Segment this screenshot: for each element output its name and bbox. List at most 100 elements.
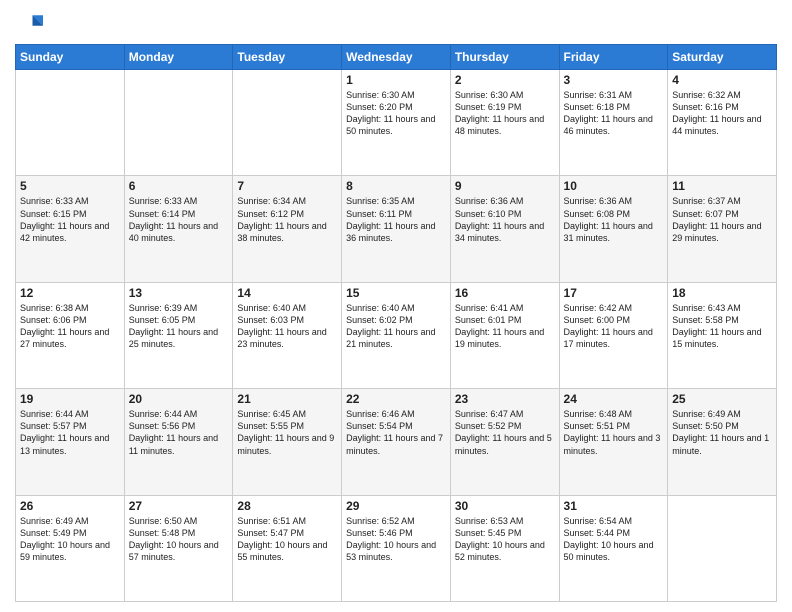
- calendar-cell: 30 Sunrise: 6:53 AM Sunset: 5:45 PM Dayli…: [450, 495, 559, 601]
- day-info: Sunrise: 6:48 AM Sunset: 5:51 PM Dayligh…: [564, 408, 664, 457]
- day-number: 10: [564, 179, 664, 193]
- day-info: Sunrise: 6:33 AM Sunset: 6:14 PM Dayligh…: [129, 195, 229, 244]
- calendar-cell: 31 Sunrise: 6:54 AM Sunset: 5:44 PM Dayli…: [559, 495, 668, 601]
- calendar-cell: [124, 70, 233, 176]
- calendar-cell: 3 Sunrise: 6:31 AM Sunset: 6:18 PM Daylig…: [559, 70, 668, 176]
- calendar-cell: 22Sunrise: 6:46 AM Sunset: 5:54 PM Dayli…: [342, 389, 451, 495]
- day-info: Sunrise: 6:43 AM Sunset: 5:58 PM Dayligh…: [672, 302, 772, 351]
- day-number: 15: [346, 286, 446, 300]
- day-number: 21: [237, 392, 337, 406]
- day-number: 31: [564, 499, 664, 513]
- day-number: 11: [672, 179, 772, 193]
- weekday-header-thursday: Thursday: [450, 45, 559, 70]
- day-number: 29: [346, 499, 446, 513]
- calendar-cell: 8Sunrise: 6:35 AM Sunset: 6:11 PM Daylig…: [342, 176, 451, 282]
- calendar-table: SundayMondayTuesdayWednesdayThursdayFrid…: [15, 44, 777, 602]
- calendar-cell: 29 Sunrise: 6:52 AM Sunset: 5:46 PM Dayli…: [342, 495, 451, 601]
- day-info: Sunrise: 6:52 AM Sunset: 5:46 PM Dayligh…: [346, 515, 446, 564]
- day-info: Sunrise: 6:44 AM Sunset: 5:56 PM Dayligh…: [129, 408, 229, 457]
- day-number: 1: [346, 73, 446, 87]
- day-number: 30: [455, 499, 555, 513]
- day-number: 18: [672, 286, 772, 300]
- day-number: 24: [564, 392, 664, 406]
- day-number: 16: [455, 286, 555, 300]
- calendar-cell: [233, 70, 342, 176]
- day-info: Sunrise: 6:49 AM Sunset: 5:49 PM Dayligh…: [20, 515, 120, 564]
- day-info: Sunrise: 6:51 AM Sunset: 5:47 PM Dayligh…: [237, 515, 337, 564]
- calendar-cell: 19 Sunrise: 6:44 AM Sunset: 5:57 PM Dayli…: [16, 389, 125, 495]
- calendar-cell: 25 Sunrise: 6:49 AM Sunset: 5:50 PM Dayli…: [668, 389, 777, 495]
- weekday-header-friday: Friday: [559, 45, 668, 70]
- calendar-cell: 9 Sunrise: 6:36 AM Sunset: 6:10 PM Daylig…: [450, 176, 559, 282]
- day-info: Sunrise: 6:42 AM Sunset: 6:00 PM Dayligh…: [564, 302, 664, 351]
- weekday-header-row: SundayMondayTuesdayWednesdayThursdayFrid…: [16, 45, 777, 70]
- day-number: 23: [455, 392, 555, 406]
- calendar-cell: 13Sunrise: 6:39 AM Sunset: 6:05 PM Dayli…: [124, 282, 233, 388]
- calendar-cell: 27Sunrise: 6:50 AM Sunset: 5:48 PM Dayli…: [124, 495, 233, 601]
- calendar-week-row: 5 Sunrise: 6:33 AM Sunset: 6:15 PM Daylig…: [16, 176, 777, 282]
- day-info: Sunrise: 6:49 AM Sunset: 5:50 PM Dayligh…: [672, 408, 772, 457]
- weekday-header-sunday: Sunday: [16, 45, 125, 70]
- weekday-header-wednesday: Wednesday: [342, 45, 451, 70]
- day-number: 14: [237, 286, 337, 300]
- calendar-week-row: 1 Sunrise: 6:30 AM Sunset: 6:20 PM Daylig…: [16, 70, 777, 176]
- calendar-cell: 11Sunrise: 6:37 AM Sunset: 6:07 PM Dayli…: [668, 176, 777, 282]
- calendar-cell: 14 Sunrise: 6:40 AM Sunset: 6:03 PM Dayli…: [233, 282, 342, 388]
- calendar-cell: 21 Sunrise: 6:45 AM Sunset: 5:55 PM Dayli…: [233, 389, 342, 495]
- day-number: 17: [564, 286, 664, 300]
- calendar-cell: 20 Sunrise: 6:44 AM Sunset: 5:56 PM Dayli…: [124, 389, 233, 495]
- day-number: 27: [129, 499, 229, 513]
- day-info: Sunrise: 6:34 AM Sunset: 6:12 PM Dayligh…: [237, 195, 337, 244]
- day-info: Sunrise: 6:45 AM Sunset: 5:55 PM Dayligh…: [237, 408, 337, 457]
- day-info: Sunrise: 6:32 AM Sunset: 6:16 PM Dayligh…: [672, 89, 772, 138]
- day-number: 7: [237, 179, 337, 193]
- calendar-cell: 28 Sunrise: 6:51 AM Sunset: 5:47 PM Dayli…: [233, 495, 342, 601]
- day-info: Sunrise: 6:31 AM Sunset: 6:18 PM Dayligh…: [564, 89, 664, 138]
- day-number: 25: [672, 392, 772, 406]
- calendar-week-row: 12 Sunrise: 6:38 AM Sunset: 6:06 PM Dayli…: [16, 282, 777, 388]
- day-info: Sunrise: 6:36 AM Sunset: 6:08 PM Dayligh…: [564, 195, 664, 244]
- day-number: 12: [20, 286, 120, 300]
- calendar-cell: 23Sunrise: 6:47 AM Sunset: 5:52 PM Dayli…: [450, 389, 559, 495]
- day-info: Sunrise: 6:40 AM Sunset: 6:03 PM Dayligh…: [237, 302, 337, 351]
- calendar-week-row: 26 Sunrise: 6:49 AM Sunset: 5:49 PM Dayli…: [16, 495, 777, 601]
- calendar-week-row: 19 Sunrise: 6:44 AM Sunset: 5:57 PM Dayli…: [16, 389, 777, 495]
- day-info: Sunrise: 6:33 AM Sunset: 6:15 PM Dayligh…: [20, 195, 120, 244]
- day-number: 6: [129, 179, 229, 193]
- day-number: 13: [129, 286, 229, 300]
- day-number: 4: [672, 73, 772, 87]
- calendar-cell: 15Sunrise: 6:40 AM Sunset: 6:02 PM Dayli…: [342, 282, 451, 388]
- day-info: Sunrise: 6:53 AM Sunset: 5:45 PM Dayligh…: [455, 515, 555, 564]
- calendar-cell: 24 Sunrise: 6:48 AM Sunset: 5:51 PM Dayli…: [559, 389, 668, 495]
- day-number: 26: [20, 499, 120, 513]
- day-number: 20: [129, 392, 229, 406]
- calendar-cell: [668, 495, 777, 601]
- day-info: Sunrise: 6:30 AM Sunset: 6:20 PM Dayligh…: [346, 89, 446, 138]
- calendar-cell: 6 Sunrise: 6:33 AM Sunset: 6:14 PM Daylig…: [124, 176, 233, 282]
- logo-icon: [15, 10, 43, 38]
- calendar-cell: 5 Sunrise: 6:33 AM Sunset: 6:15 PM Daylig…: [16, 176, 125, 282]
- day-info: Sunrise: 6:54 AM Sunset: 5:44 PM Dayligh…: [564, 515, 664, 564]
- day-info: Sunrise: 6:36 AM Sunset: 6:10 PM Dayligh…: [455, 195, 555, 244]
- weekday-header-tuesday: Tuesday: [233, 45, 342, 70]
- calendar-cell: 17 Sunrise: 6:42 AM Sunset: 6:00 PM Dayli…: [559, 282, 668, 388]
- day-info: Sunrise: 6:38 AM Sunset: 6:06 PM Dayligh…: [20, 302, 120, 351]
- day-number: 9: [455, 179, 555, 193]
- logo: [15, 10, 47, 38]
- day-number: 3: [564, 73, 664, 87]
- weekday-header-monday: Monday: [124, 45, 233, 70]
- calendar-cell: 10 Sunrise: 6:36 AM Sunset: 6:08 PM Dayli…: [559, 176, 668, 282]
- day-number: 5: [20, 179, 120, 193]
- calendar-cell: 12 Sunrise: 6:38 AM Sunset: 6:06 PM Dayli…: [16, 282, 125, 388]
- header: [15, 10, 777, 38]
- day-number: 19: [20, 392, 120, 406]
- day-number: 28: [237, 499, 337, 513]
- calendar-cell: 18 Sunrise: 6:43 AM Sunset: 5:58 PM Dayli…: [668, 282, 777, 388]
- page: SundayMondayTuesdayWednesdayThursdayFrid…: [0, 0, 792, 612]
- day-info: Sunrise: 6:46 AM Sunset: 5:54 PM Dayligh…: [346, 408, 446, 457]
- calendar-cell: 2Sunrise: 6:30 AM Sunset: 6:19 PM Daylig…: [450, 70, 559, 176]
- day-info: Sunrise: 6:30 AM Sunset: 6:19 PM Dayligh…: [455, 89, 555, 138]
- calendar-cell: 7 Sunrise: 6:34 AM Sunset: 6:12 PM Daylig…: [233, 176, 342, 282]
- calendar-cell: 16Sunrise: 6:41 AM Sunset: 6:01 PM Dayli…: [450, 282, 559, 388]
- day-info: Sunrise: 6:44 AM Sunset: 5:57 PM Dayligh…: [20, 408, 120, 457]
